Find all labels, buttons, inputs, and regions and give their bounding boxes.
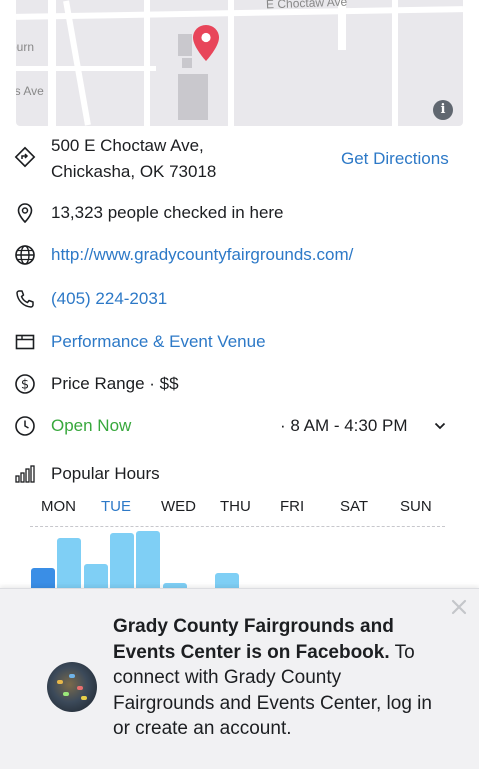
open-status: Open Now bbox=[51, 416, 132, 435]
day-tabs: MON TUE WED THU FRI SAT SUN bbox=[0, 498, 479, 518]
price-row: $ Price Range · $$ bbox=[0, 372, 479, 398]
globe-icon bbox=[15, 245, 35, 265]
popular-hours-bar bbox=[109, 533, 134, 588]
get-directions-link[interactable]: Get Directions bbox=[341, 147, 449, 171]
map-preview[interactable]: E Choctaw Ave ourn is Ave i bbox=[16, 0, 463, 126]
category-link[interactable]: Performance & Event Venue bbox=[51, 330, 266, 354]
address-line1: 500 E Choctaw Ave, bbox=[51, 136, 204, 155]
popular-hours-bar bbox=[215, 573, 240, 588]
map-info-button[interactable]: i bbox=[433, 100, 453, 120]
popular-hours-bar bbox=[31, 568, 55, 588]
day-tab-fri[interactable]: FRI bbox=[280, 498, 304, 515]
hours-row[interactable]: Open Now · 8 AM - 4:30 PM bbox=[0, 414, 479, 440]
popular-hours-bar bbox=[136, 531, 161, 588]
map-street-label: ourn bbox=[16, 40, 35, 54]
checkins-row: 13,323 people checked in here bbox=[0, 201, 479, 227]
clock-icon bbox=[15, 416, 35, 436]
hours-range: · 8 AM - 4:30 PM bbox=[280, 416, 408, 435]
category-icon bbox=[15, 334, 35, 350]
popular-hours-bar bbox=[83, 564, 108, 588]
popular-hours-bar bbox=[57, 538, 82, 588]
phone-row: (405) 224-2031 bbox=[0, 287, 479, 313]
website-link[interactable]: http://www.gradycountyfairgrounds.com/ bbox=[51, 243, 353, 267]
checkins-text: 13,323 people checked in here bbox=[51, 203, 284, 222]
day-tab-wed[interactable]: WED bbox=[161, 498, 196, 515]
svg-text:$: $ bbox=[21, 378, 29, 393]
map-marker-icon bbox=[17, 203, 33, 224]
map-street-label: is Ave bbox=[16, 84, 44, 98]
location-pin-icon bbox=[193, 25, 219, 61]
website-row: http://www.gradycountyfairgrounds.com/ bbox=[0, 243, 479, 269]
map-road bbox=[16, 66, 156, 71]
popular-hours-header: Popular Hours bbox=[0, 462, 479, 488]
map-building bbox=[178, 74, 208, 120]
login-prompt-message: Grady County Fairgrounds and Events Cent… bbox=[113, 614, 433, 742]
directions-icon bbox=[14, 146, 36, 168]
popular-hours-title: Popular Hours bbox=[51, 464, 160, 483]
page-avatar bbox=[47, 662, 97, 712]
chart-baseline-divider bbox=[30, 526, 445, 527]
map-road bbox=[144, 0, 150, 126]
login-prompt-bold: Grady County Fairgrounds and Events Cent… bbox=[113, 616, 394, 663]
day-tab-mon[interactable]: MON bbox=[41, 498, 76, 515]
address-line2: Chickasha, OK 73018 bbox=[51, 162, 217, 181]
day-tab-tue[interactable]: TUE bbox=[101, 498, 131, 515]
price-range: Price Range · $$ bbox=[51, 374, 179, 393]
map-building bbox=[182, 58, 192, 68]
map-road bbox=[392, 0, 398, 126]
phone-icon bbox=[16, 290, 34, 308]
chevron-down-icon[interactable] bbox=[434, 421, 446, 431]
day-tab-sun[interactable]: SUN bbox=[400, 498, 432, 515]
category-row: Performance & Event Venue bbox=[0, 330, 479, 356]
map-building bbox=[178, 34, 192, 56]
phone-link[interactable]: (405) 224-2031 bbox=[51, 287, 167, 311]
address-row: 500 E Choctaw Ave, Chickasha, OK 73018 G… bbox=[0, 134, 479, 186]
map-road bbox=[228, 0, 234, 126]
day-tab-thu[interactable]: THU bbox=[220, 498, 251, 515]
popular-hours-chart bbox=[0, 530, 479, 588]
dollar-icon: $ bbox=[15, 374, 35, 394]
map-road bbox=[48, 0, 56, 126]
day-tab-sat[interactable]: SAT bbox=[340, 498, 368, 515]
bar-chart-icon bbox=[15, 465, 35, 483]
close-icon[interactable] bbox=[450, 598, 468, 616]
map-road bbox=[63, 0, 91, 126]
